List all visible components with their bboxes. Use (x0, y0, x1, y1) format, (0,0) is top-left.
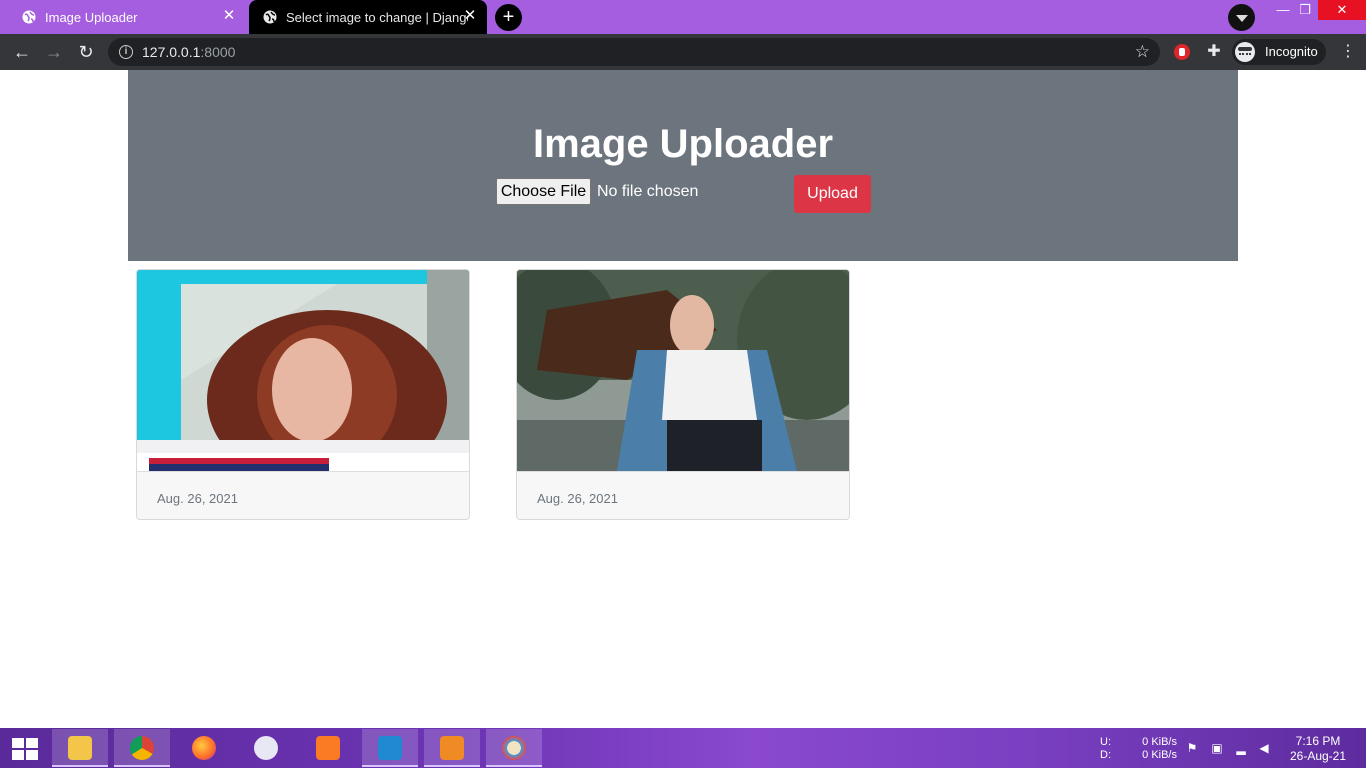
adblock-extension-icon[interactable] (1174, 44, 1190, 60)
globe-icon (263, 10, 277, 24)
choose-file-button[interactable]: Choose File (496, 178, 591, 205)
clock-date: 26-Aug-21 (1289, 749, 1347, 763)
address-bar[interactable]: i 127.0.0.1:8000 ☆ (108, 38, 1160, 66)
browser-titlebar: Image Uploader ✕ Select image to change … (0, 0, 1366, 34)
paint-icon[interactable] (486, 729, 542, 767)
windows-taskbar: U: D: 0 KiB/s 0 KiB/s ⚑ ▣ ▂ ◀ 7:16 PM 26… (0, 728, 1366, 768)
page-content: Image Uploader Choose File No file chose… (0, 70, 1366, 728)
globe-icon (22, 10, 36, 24)
page-title: Image Uploader (532, 122, 834, 166)
upload-speed: 0 KiB/s (1142, 736, 1177, 748)
forward-arrow-icon[interactable]: → (43, 41, 65, 63)
screen: Image Uploader ✕ Select image to change … (0, 0, 1366, 768)
reload-icon[interactable]: ↻ (75, 41, 97, 63)
tab-django-admin[interactable]: Select image to change | Django ✕ (249, 0, 487, 34)
url-port: :8000 (200, 44, 236, 60)
upload-label: U: (1100, 736, 1111, 748)
file-explorer-icon[interactable] (52, 729, 108, 767)
woman-denim-jacket-photo (517, 270, 849, 471)
volume-icon[interactable]: ◀ (1257, 741, 1271, 755)
close-tab-icon[interactable]: ✕ (463, 8, 477, 23)
snipping-tool-icon[interactable] (238, 729, 294, 767)
windows-start-icon[interactable] (12, 738, 38, 760)
back-arrow-icon[interactable]: ← (11, 41, 33, 63)
incognito-icon (1235, 42, 1255, 62)
firefox-icon[interactable] (176, 729, 232, 767)
image-card[interactable]: Aug. 26, 2021 (516, 269, 850, 520)
file-status-text: No file chosen (597, 183, 699, 200)
browser-toolbar: ← → ↻ i 127.0.0.1:8000 ☆ ✚ Incognito ⋮ (0, 34, 1366, 70)
network-disconnected-icon[interactable]: ▣ (1210, 741, 1224, 755)
bookmark-star-icon[interactable]: ☆ (1135, 42, 1150, 62)
tab-label: Select image to change | Django (286, 9, 468, 25)
xampp-icon[interactable] (300, 729, 356, 767)
incognito-profile-button[interactable]: Incognito (1232, 39, 1326, 65)
upload-button[interactable]: Upload (794, 175, 871, 213)
url-host: 127.0.0.1 (142, 44, 201, 60)
system-clock[interactable]: 7:16 PM 26-Aug-21 (1288, 734, 1348, 764)
upload-date: Aug. 26, 2021 (157, 491, 238, 506)
upload-jumbotron: Image Uploader Choose File No file chose… (128, 70, 1238, 261)
download-label: D: (1100, 749, 1111, 761)
menu-kebab-icon[interactable]: ⋮ (1340, 43, 1356, 61)
tab-label: Image Uploader (45, 9, 138, 25)
chrome-icon[interactable] (114, 729, 170, 767)
video-player-icon[interactable] (424, 729, 480, 767)
signal-bars-icon[interactable]: ▂ (1234, 741, 1248, 755)
profile-label: Incognito (1265, 44, 1318, 59)
tab-search-button[interactable] (1228, 4, 1255, 31)
vscode-icon[interactable] (362, 729, 418, 767)
image-card[interactable]: Aug. 26, 2021 (136, 269, 470, 520)
action-center-flag-icon[interactable]: ⚑ (1185, 741, 1199, 755)
woman-red-hair-photo (137, 270, 469, 471)
download-speed: 0 KiB/s (1142, 749, 1177, 761)
site-info-icon[interactable]: i (119, 45, 133, 59)
net-labels: U: D: (1100, 736, 1111, 768)
url-text[interactable]: 127.0.0.1:8000 (142, 44, 235, 60)
card-footer: Aug. 26, 2021 (137, 471, 469, 519)
upload-date: Aug. 26, 2021 (537, 491, 618, 506)
net-speeds: 0 KiB/s 0 KiB/s (1141, 736, 1177, 768)
clock-time: 7:16 PM (1295, 734, 1341, 748)
card-footer: Aug. 26, 2021 (517, 471, 849, 519)
close-window-button[interactable]: ✕ (1318, 0, 1366, 20)
extensions-puzzle-icon[interactable]: ✚ (1205, 43, 1223, 61)
close-tab-icon[interactable]: ✕ (222, 8, 236, 23)
tab-image-uploader[interactable]: Image Uploader ✕ (8, 0, 246, 34)
new-tab-button[interactable]: + (495, 4, 522, 31)
